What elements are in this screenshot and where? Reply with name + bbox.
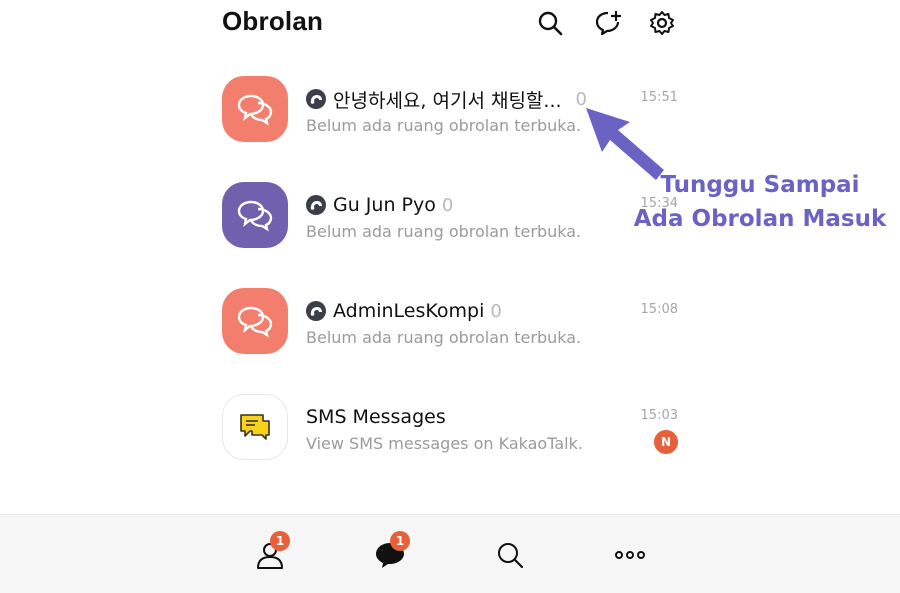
open-chat-icon	[306, 301, 326, 321]
member-count: 0	[441, 194, 454, 216]
chat-bubbles-icon	[237, 200, 273, 232]
open-chat-icon	[306, 195, 326, 215]
nav-friends[interactable]: 1	[252, 531, 290, 573]
chat-row-sms[interactable]: SMS Messages 15:03 View SMS messages on …	[200, 394, 700, 484]
chat-name-line: AdminLesKompi 0	[306, 298, 502, 324]
avatar	[222, 76, 288, 142]
avatar	[222, 288, 288, 354]
new-badge: N	[654, 430, 678, 454]
notification-badge: 1	[390, 531, 410, 551]
search-icon	[498, 543, 524, 569]
settings-icon[interactable]	[648, 9, 676, 37]
annotation-line: Tunggu Sampai	[660, 172, 860, 198]
annotation-text: Tunggu Sampai Ada Obrolan Masuk	[620, 168, 900, 236]
avatar	[222, 182, 288, 248]
chat-preview: Belum ada ruang obrolan terbuka.	[306, 328, 582, 347]
chat-app: Obrolan 안녕하세요, 여기서 채팅할... 0 15:51 Belum …	[200, 0, 700, 592]
chat-row[interactable]: AdminLesKompi 0 15:08 Belum ada ruang ob…	[200, 288, 700, 378]
chat-name-line: Gu Jun Pyo 0	[306, 192, 453, 218]
chat-name: AdminLesKompi	[333, 300, 485, 322]
chat-name: 안녕하세요, 여기서 채팅할...	[333, 89, 562, 112]
chat-bubbles-icon	[237, 94, 273, 126]
open-chat-icon	[306, 89, 326, 109]
more-icon	[615, 551, 645, 559]
chat-bubbles-icon	[237, 306, 273, 338]
new-chat-icon[interactable]	[594, 9, 622, 37]
chat-preview: Belum ada ruang obrolan terbuka.	[306, 222, 582, 241]
bottom-nav: 1 1	[0, 514, 900, 593]
nav-more[interactable]	[612, 537, 648, 573]
sms-icon	[240, 414, 270, 440]
chat-time: 15:08	[640, 302, 678, 317]
nav-search[interactable]	[492, 537, 528, 573]
chat-preview: View SMS messages on KakaoTalk.	[306, 434, 583, 453]
annotation-line: Ada Obrolan Masuk	[633, 206, 887, 232]
chat-name: SMS Messages	[306, 406, 446, 428]
search-icon[interactable]	[536, 9, 564, 37]
header: Obrolan	[200, 0, 700, 50]
member-count: 0	[490, 300, 502, 322]
chat-name-line: SMS Messages	[306, 404, 446, 430]
notification-badge: 1	[270, 531, 290, 551]
chat-name-line: 안녕하세요, 여기서 채팅할... 0	[306, 86, 587, 112]
chat-preview: Belum ada ruang obrolan terbuka.	[306, 116, 582, 135]
avatar	[222, 394, 288, 460]
chat-time: 15:03	[640, 408, 678, 423]
nav-chats[interactable]: 1	[372, 531, 410, 573]
page-title: Obrolan	[222, 6, 324, 36]
chat-name: Gu Jun Pyo	[333, 194, 436, 216]
